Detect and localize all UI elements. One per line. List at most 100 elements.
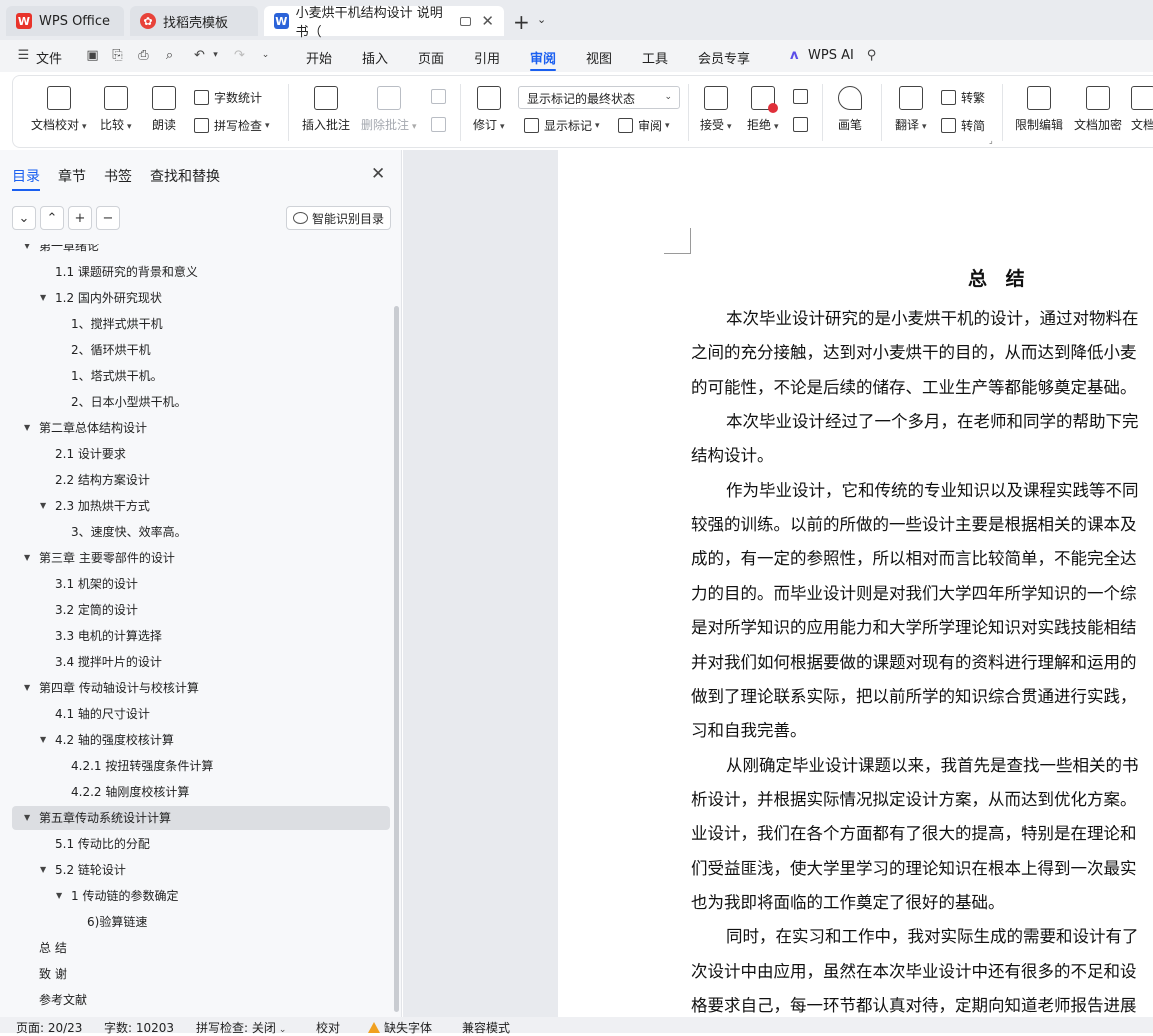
- next-comment-icon[interactable]: [431, 117, 451, 132]
- tab-start[interactable]: 开始: [306, 48, 332, 67]
- toc-item[interactable]: ▼ 第四章 传动轴设计与校核计算: [12, 676, 390, 700]
- restrict-edit-button[interactable]: 限制编辑: [1015, 86, 1063, 133]
- toc-item[interactable]: ▼ 第三章 主要零部件的设计: [12, 546, 390, 570]
- read-aloud-button[interactable]: 朗读: [152, 86, 176, 133]
- compare-button[interactable]: 比较 ▾: [100, 86, 132, 133]
- toc-item[interactable]: 1、塔式烘干机。: [12, 364, 390, 388]
- next-change-icon[interactable]: [793, 117, 813, 132]
- toc-item[interactable]: ▼ 1.2 国内外研究现状: [12, 286, 390, 310]
- toc-item[interactable]: 2、日本小型烘干机。: [12, 390, 390, 414]
- remove-heading-button[interactable]: −: [96, 206, 120, 230]
- toc-item[interactable]: 3.1 机架的设计: [12, 572, 390, 596]
- toc-item[interactable]: 4.2.1 按扭转强度条件计算: [12, 754, 390, 778]
- toc-item[interactable]: 2.2 结构方案设计: [12, 468, 390, 492]
- expand-group-icon[interactable]: ⌟: [989, 136, 993, 145]
- collapse-all-button[interactable]: ⌄: [12, 206, 36, 230]
- undo-icon[interactable]: ↶: [192, 48, 207, 63]
- spell-check-button[interactable]: 拼写检查 ▾: [194, 117, 270, 134]
- toc-item[interactable]: 3.3 电机的计算选择: [12, 624, 390, 648]
- expand-up-button[interactable]: ⌃: [40, 206, 64, 230]
- document-area[interactable]: 总 结 本次毕业设计研究的是小麦烘干机的设计，通过对物料在 之间的充分接触，达到对…: [403, 150, 1153, 1017]
- search-icon[interactable]: ⚲: [864, 48, 879, 63]
- to-traditional-button[interactable]: 转繁: [941, 89, 985, 106]
- word-count-indicator[interactable]: 字数: 10203: [104, 1019, 174, 1036]
- delete-comment-button[interactable]: 删除批注 ▾: [361, 86, 417, 133]
- expand-triangle-icon[interactable]: ▼: [24, 676, 30, 700]
- toc-item[interactable]: ▼ 2.3 加热烘干方式: [12, 494, 390, 518]
- tab-docer-templates[interactable]: ✿ 找稻壳模板: [130, 6, 258, 36]
- expand-triangle-icon[interactable]: ▼: [56, 884, 62, 908]
- spell-check-status[interactable]: 拼写检查: 关闭 ⌄: [196, 1019, 286, 1036]
- toc-item[interactable]: 致 谢: [12, 962, 390, 986]
- expand-triangle-icon[interactable]: ▼: [24, 546, 30, 570]
- translate-button[interactable]: 翻译 ▾: [895, 86, 927, 133]
- doc-proof-button[interactable]: 文档校对 ▾: [31, 86, 87, 133]
- reject-button[interactable]: 拒绝 ▾: [747, 86, 779, 133]
- toc-item[interactable]: 4.2.2 轴刚度校核计算: [12, 780, 390, 804]
- expand-triangle-icon[interactable]: ▼: [24, 806, 30, 830]
- toc-item[interactable]: 3.4 搅拌叶片的设计: [12, 650, 390, 674]
- smart-toc-button[interactable]: 智能识别目录: [286, 206, 392, 230]
- close-icon[interactable]: ✕: [481, 12, 494, 30]
- nav-tab-find-replace[interactable]: 查找和替换: [150, 166, 220, 186]
- toc-item[interactable]: 2.1 设计要求: [12, 442, 390, 466]
- nav-tab-bookmarks[interactable]: 书签: [104, 166, 132, 186]
- expand-triangle-icon[interactable]: ▼: [40, 858, 46, 882]
- toc-item[interactable]: ▼ 第一章绪论: [12, 244, 390, 258]
- tab-tools[interactable]: 工具: [642, 48, 668, 67]
- expand-triangle-icon[interactable]: ▼: [40, 494, 46, 518]
- wps-ai-button[interactable]: WPS AI: [808, 48, 854, 63]
- review-pane-button[interactable]: 审阅 ▾: [618, 117, 670, 134]
- new-tab-plus-icon[interactable]: +: [513, 10, 530, 34]
- word-count-button[interactable]: 字数统计: [194, 89, 262, 106]
- pen-button[interactable]: 画笔: [838, 86, 862, 133]
- previous-change-icon[interactable]: [793, 89, 813, 104]
- nav-scrollbar[interactable]: [394, 306, 399, 1012]
- nav-tab-toc[interactable]: 目录: [12, 166, 40, 191]
- toc-item[interactable]: ▼ 第五章传动系统设计计算: [12, 806, 390, 830]
- save-icon[interactable]: ▣: [85, 48, 100, 63]
- expand-triangle-icon[interactable]: ▼: [24, 244, 30, 258]
- toc-item[interactable]: 1.1 课题研究的背景和意义: [12, 260, 390, 284]
- tab-document[interactable]: W 小麦烘干机结构设计 说明书（ ✕: [264, 6, 504, 40]
- print-icon[interactable]: ⎙: [136, 48, 151, 63]
- toc-item[interactable]: ▼ 5.2 链轮设计: [12, 858, 390, 882]
- page-indicator[interactable]: 页面: 20/23: [16, 1019, 82, 1036]
- add-heading-button[interactable]: +: [68, 206, 92, 230]
- markup-state-select[interactable]: 显示标记的最终状态 ⌄: [518, 86, 680, 109]
- expand-triangle-icon[interactable]: ▼: [40, 728, 46, 752]
- tab-insert[interactable]: 插入: [362, 48, 388, 67]
- insert-comment-button[interactable]: 插入批注: [302, 86, 350, 133]
- expand-triangle-icon[interactable]: ▼: [24, 416, 30, 440]
- tab-page[interactable]: 页面: [418, 48, 444, 67]
- print-preview-icon[interactable]: ⌕: [162, 48, 177, 63]
- toc-item[interactable]: 3.2 定筒的设计: [12, 598, 390, 622]
- tab-wps-office[interactable]: W WPS Office: [6, 6, 124, 36]
- redo-icon[interactable]: ↷: [232, 48, 247, 63]
- toc-item[interactable]: 2、循环烘干机: [12, 338, 390, 362]
- toc-item[interactable]: ▼ 第二章总体结构设计: [12, 416, 390, 440]
- toc-item[interactable]: 总 结: [12, 936, 390, 960]
- doc-encrypt-button[interactable]: 文档加密: [1074, 86, 1122, 133]
- tab-view[interactable]: 视图: [586, 48, 612, 67]
- chevron-down-icon[interactable]: ⌄: [537, 13, 546, 26]
- close-icon[interactable]: ✕: [371, 164, 385, 184]
- track-changes-button[interactable]: 修订 ▾: [473, 86, 505, 133]
- tab-references[interactable]: 引用: [474, 48, 500, 67]
- hamburger-menu-icon[interactable]: ☰: [16, 48, 31, 63]
- toc-item[interactable]: 1、搅拌式烘干机: [12, 312, 390, 336]
- accept-button[interactable]: 接受 ▾: [700, 86, 732, 133]
- file-menu[interactable]: 文件: [36, 48, 62, 67]
- missing-font-status[interactable]: 缺失字体: [368, 1019, 432, 1036]
- to-simplified-button[interactable]: 转简: [941, 117, 985, 134]
- toc-item[interactable]: 3、速度快、效率高。: [12, 520, 390, 544]
- toc-item[interactable]: 4.1 轴的尺寸设计: [12, 702, 390, 726]
- export-icon[interactable]: ⎘: [110, 48, 125, 63]
- chevron-down-icon[interactable]: ⌄: [258, 48, 273, 63]
- chevron-down-icon[interactable]: ▾: [208, 48, 223, 63]
- document-page[interactable]: 总 结 本次毕业设计研究的是小麦烘干机的设计，通过对物料在 之间的充分接触，达到对…: [558, 150, 1153, 1017]
- tab-review[interactable]: 审阅: [530, 48, 557, 71]
- toc-item[interactable]: 6)验算链速: [12, 910, 390, 934]
- toc-item[interactable]: 5.1 传动比的分配: [12, 832, 390, 856]
- tab-member[interactable]: 会员专享: [698, 48, 750, 67]
